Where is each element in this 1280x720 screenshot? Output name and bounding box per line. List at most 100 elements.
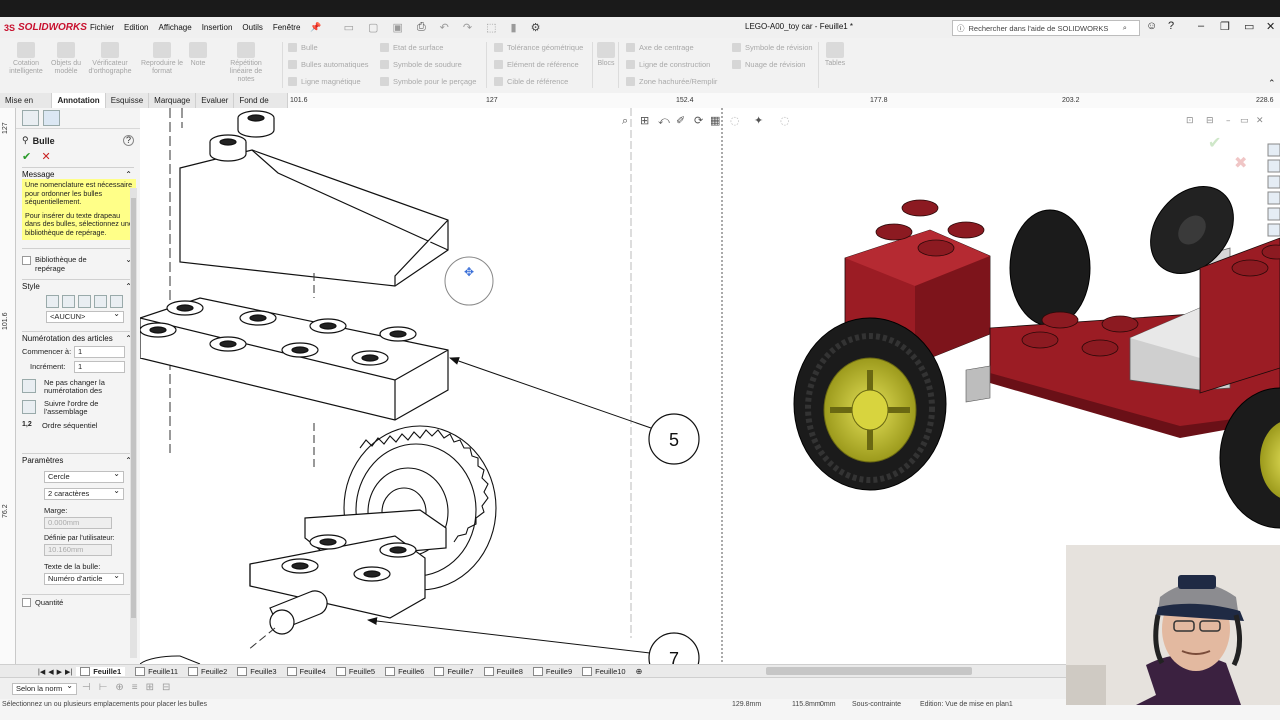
- start-at-input[interactable]: 1: [74, 345, 125, 358]
- next-sheet-icon[interactable]: ▶: [57, 668, 62, 676]
- partial-wheel-part[interactable]: [140, 655, 201, 664]
- tab-fond-de-plan[interactable]: Fond de plan: [234, 93, 288, 120]
- panel-scrollbar[interactable]: [130, 188, 137, 658]
- centerline-button[interactable]: Axe de centrage: [626, 43, 694, 52]
- help-search-input[interactable]: ⓘ Rechercher dans l'aide de SOLIDWORKS ⌕: [952, 20, 1140, 36]
- sheet-tab-feuille11[interactable]: Feuille11: [135, 667, 178, 676]
- balloon-leader-line[interactable]: [367, 617, 651, 654]
- help-icon[interactable]: ?: [123, 135, 134, 146]
- surface-finish-button[interactable]: Etat de surface: [380, 43, 443, 52]
- minimize-icon[interactable]: –: [1198, 20, 1204, 32]
- hole-callout-button[interactable]: Symbole pour le perçage: [380, 77, 476, 86]
- heads-up-view-toolbar[interactable]: ⌕ ⊞ ⤺ ✐ ⟳ ▦ ◌ ✦ ◌: [622, 114, 790, 127]
- options-gear-icon[interactable]: ⚙: [531, 21, 541, 34]
- add-style-icon[interactable]: [46, 294, 59, 308]
- menu-fenetre[interactable]: Fenêtre: [273, 23, 301, 32]
- status-tool-icons[interactable]: ⊣⊢⊕≡⊞⊟: [82, 682, 178, 693]
- task-pane-properties-icon[interactable]: [1267, 223, 1280, 237]
- library-row[interactable]: Bibliothèque de repérage ⌄: [16, 251, 140, 273]
- sheet-tab-feuille3[interactable]: Feuille3: [237, 667, 277, 676]
- task-pane-appearance-icon[interactable]: [1267, 207, 1280, 221]
- collapse-ribbon-icon[interactable]: ⌃: [1268, 78, 1276, 89]
- sheet-tab-feuille10[interactable]: Feuille10: [582, 667, 626, 676]
- pan-icon[interactable]: ✐: [676, 114, 685, 127]
- balloon-leader-line[interactable]: [449, 357, 652, 429]
- restore-icon[interactable]: ❐: [1220, 20, 1230, 33]
- shape-select[interactable]: Cercle: [44, 469, 124, 483]
- revision-symbol-button[interactable]: Symbole de révision: [732, 43, 813, 52]
- magnetic-line-button[interactable]: Ligne magnétique: [288, 77, 361, 86]
- pin-icon[interactable]: 📌: [310, 22, 321, 33]
- construction-line-button[interactable]: Ligne de construction: [626, 60, 710, 69]
- solidworks-logo[interactable]: 3S SOLIDWORKS: [4, 22, 90, 33]
- scene-icon[interactable]: ◌: [780, 114, 790, 127]
- menu-fichier[interactable]: Fichier: [90, 23, 114, 32]
- last-sheet-icon[interactable]: ▶|: [65, 668, 72, 676]
- axle-plate-part[interactable]: [249, 509, 447, 635]
- area-hatch-button[interactable]: Zone hachurée/Remplir: [626, 77, 717, 86]
- prev-sheet-icon[interactable]: ◀: [48, 668, 53, 676]
- zoom-area-icon[interactable]: ⊞: [640, 114, 649, 127]
- smart-dimension-button[interactable]: Cotation intelligente: [4, 42, 48, 76]
- sheet-tab-feuille5[interactable]: Feuille5: [335, 667, 375, 676]
- print-icon[interactable]: ⎙: [417, 21, 426, 34]
- maximize-icon[interactable]: ▭: [1244, 20, 1254, 33]
- tables-button[interactable]: Tables: [818, 42, 852, 68]
- minimize-view-icon[interactable]: –: [1226, 116, 1231, 126]
- rebuild-icon[interactable]: ▮: [511, 21, 517, 34]
- save-style-icon[interactable]: [62, 294, 75, 308]
- tab-esquisse[interactable]: Esquisse: [106, 93, 150, 108]
- task-pane-palette-icon[interactable]: [1267, 191, 1280, 205]
- add-sheet-icon[interactable]: ⊕: [636, 667, 643, 676]
- zoom-to-fit-icon[interactable]: ⌕: [622, 114, 628, 127]
- sheet-tab-feuille7[interactable]: Feuille7: [434, 667, 474, 676]
- task-pane-library-icon[interactable]: [1267, 159, 1280, 173]
- spell-checker-button[interactable]: Vérificateur d'orthographe: [88, 42, 132, 76]
- sheet-tab-feuille9[interactable]: Feuille9: [532, 667, 572, 676]
- geometric-tolerance-button[interactable]: Tolérance géométrique: [494, 43, 583, 52]
- maximize-view-icon[interactable]: ▭: [1240, 116, 1249, 126]
- property-manager-icon[interactable]: [43, 110, 60, 126]
- tab-annotation[interactable]: Annotation: [52, 93, 106, 108]
- menu-affichage[interactable]: Affichage: [158, 23, 191, 32]
- confirm-corner-cancel-icon[interactable]: ✖: [1234, 155, 1247, 172]
- confirm-corner-check-icon[interactable]: ✔: [1208, 135, 1221, 152]
- model-items-button[interactable]: Objets du modèle: [44, 42, 88, 76]
- sheet-tab-feuille4[interactable]: Feuille4: [286, 667, 326, 676]
- datum-target-button[interactable]: Cible de référence: [494, 77, 568, 86]
- 3d-toy-car-model[interactable]: [793, 170, 1280, 529]
- option-do-not-change[interactable]: Ne pas changer la numérotation des: [16, 373, 140, 395]
- library-checkbox[interactable]: [22, 255, 31, 265]
- weld-symbol-button[interactable]: Symbole de soudure: [380, 60, 462, 69]
- select-icon[interactable]: ⬚: [486, 21, 496, 34]
- blocks-button[interactable]: Blocs: [592, 42, 620, 68]
- update-style-icon[interactable]: [110, 294, 123, 308]
- delete-style-icon[interactable]: [78, 294, 91, 308]
- params-header[interactable]: Paramètres ⌃: [16, 456, 140, 465]
- auto-balloon-button[interactable]: Bulles automatiques: [288, 60, 369, 69]
- tab-evaluer[interactable]: Evaluer: [196, 93, 235, 108]
- menu-insertion[interactable]: Insertion: [202, 23, 233, 32]
- sheet-tab-feuille1[interactable]: Feuille1: [76, 667, 126, 676]
- load-style-icon[interactable]: [94, 294, 107, 308]
- horizontal-scrollbar[interactable]: [766, 667, 972, 675]
- balloon-button[interactable]: Bulle: [288, 43, 318, 52]
- help-question-icon[interactable]: ?: [1168, 20, 1174, 32]
- display-style-icon[interactable]: ◌: [730, 114, 740, 127]
- sheet-tab-feuille8[interactable]: Feuille8: [483, 667, 523, 676]
- balloon-text-select[interactable]: Numéro d'article: [44, 571, 124, 585]
- tile-icon[interactable]: ⊡: [1186, 116, 1194, 126]
- size-select[interactable]: 2 caractères: [44, 486, 124, 500]
- quantity-checkbox[interactable]: [22, 597, 31, 607]
- option-follow-assembly[interactable]: Suivre l'ordre de l'assemblage: [16, 395, 140, 416]
- user-icon[interactable]: ☺: [1146, 20, 1157, 32]
- restore-view-icon[interactable]: ⊟: [1206, 116, 1214, 126]
- note-button[interactable]: Note: [176, 42, 220, 68]
- slope-brick-part[interactable]: [179, 110, 449, 287]
- quantity-row[interactable]: Quantité: [16, 597, 140, 607]
- collapse-icon[interactable]: ⌃: [125, 170, 132, 179]
- tab-mise-en-plan[interactable]: Mise en plan: [0, 93, 53, 120]
- close-view-icon[interactable]: ✕: [1256, 116, 1264, 126]
- search-icon[interactable]: ⌕: [1123, 23, 1127, 33]
- view-settings-icon[interactable]: ▦: [710, 114, 720, 127]
